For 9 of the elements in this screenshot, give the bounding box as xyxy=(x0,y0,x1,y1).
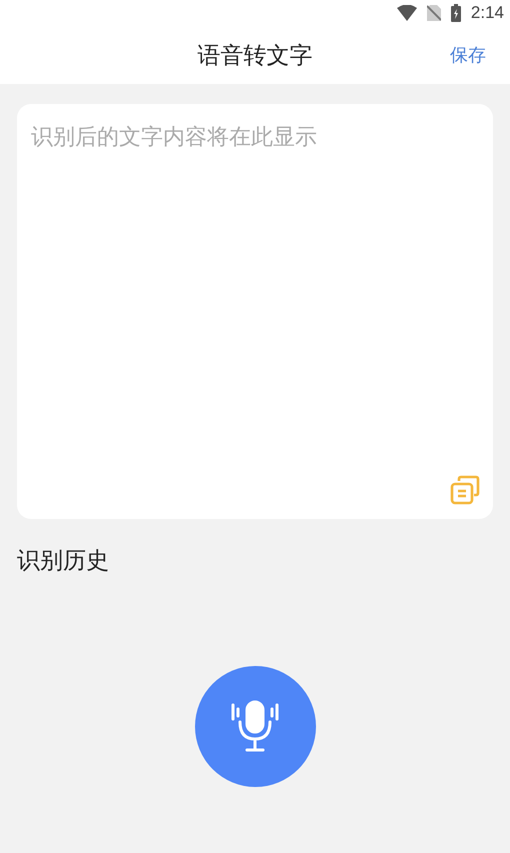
page-title: 语音转文字 xyxy=(198,40,312,70)
battery-icon xyxy=(450,4,461,22)
status-time: 2:14 xyxy=(470,2,504,24)
save-button[interactable]: 保存 xyxy=(450,42,486,68)
no-sim-icon xyxy=(426,5,441,21)
history-title: 识别历史 xyxy=(17,546,110,575)
copy-icon[interactable] xyxy=(450,475,480,505)
wifi-icon xyxy=(396,5,417,21)
text-field[interactable]: 识别后的文字内容将在此显示 xyxy=(17,104,493,519)
